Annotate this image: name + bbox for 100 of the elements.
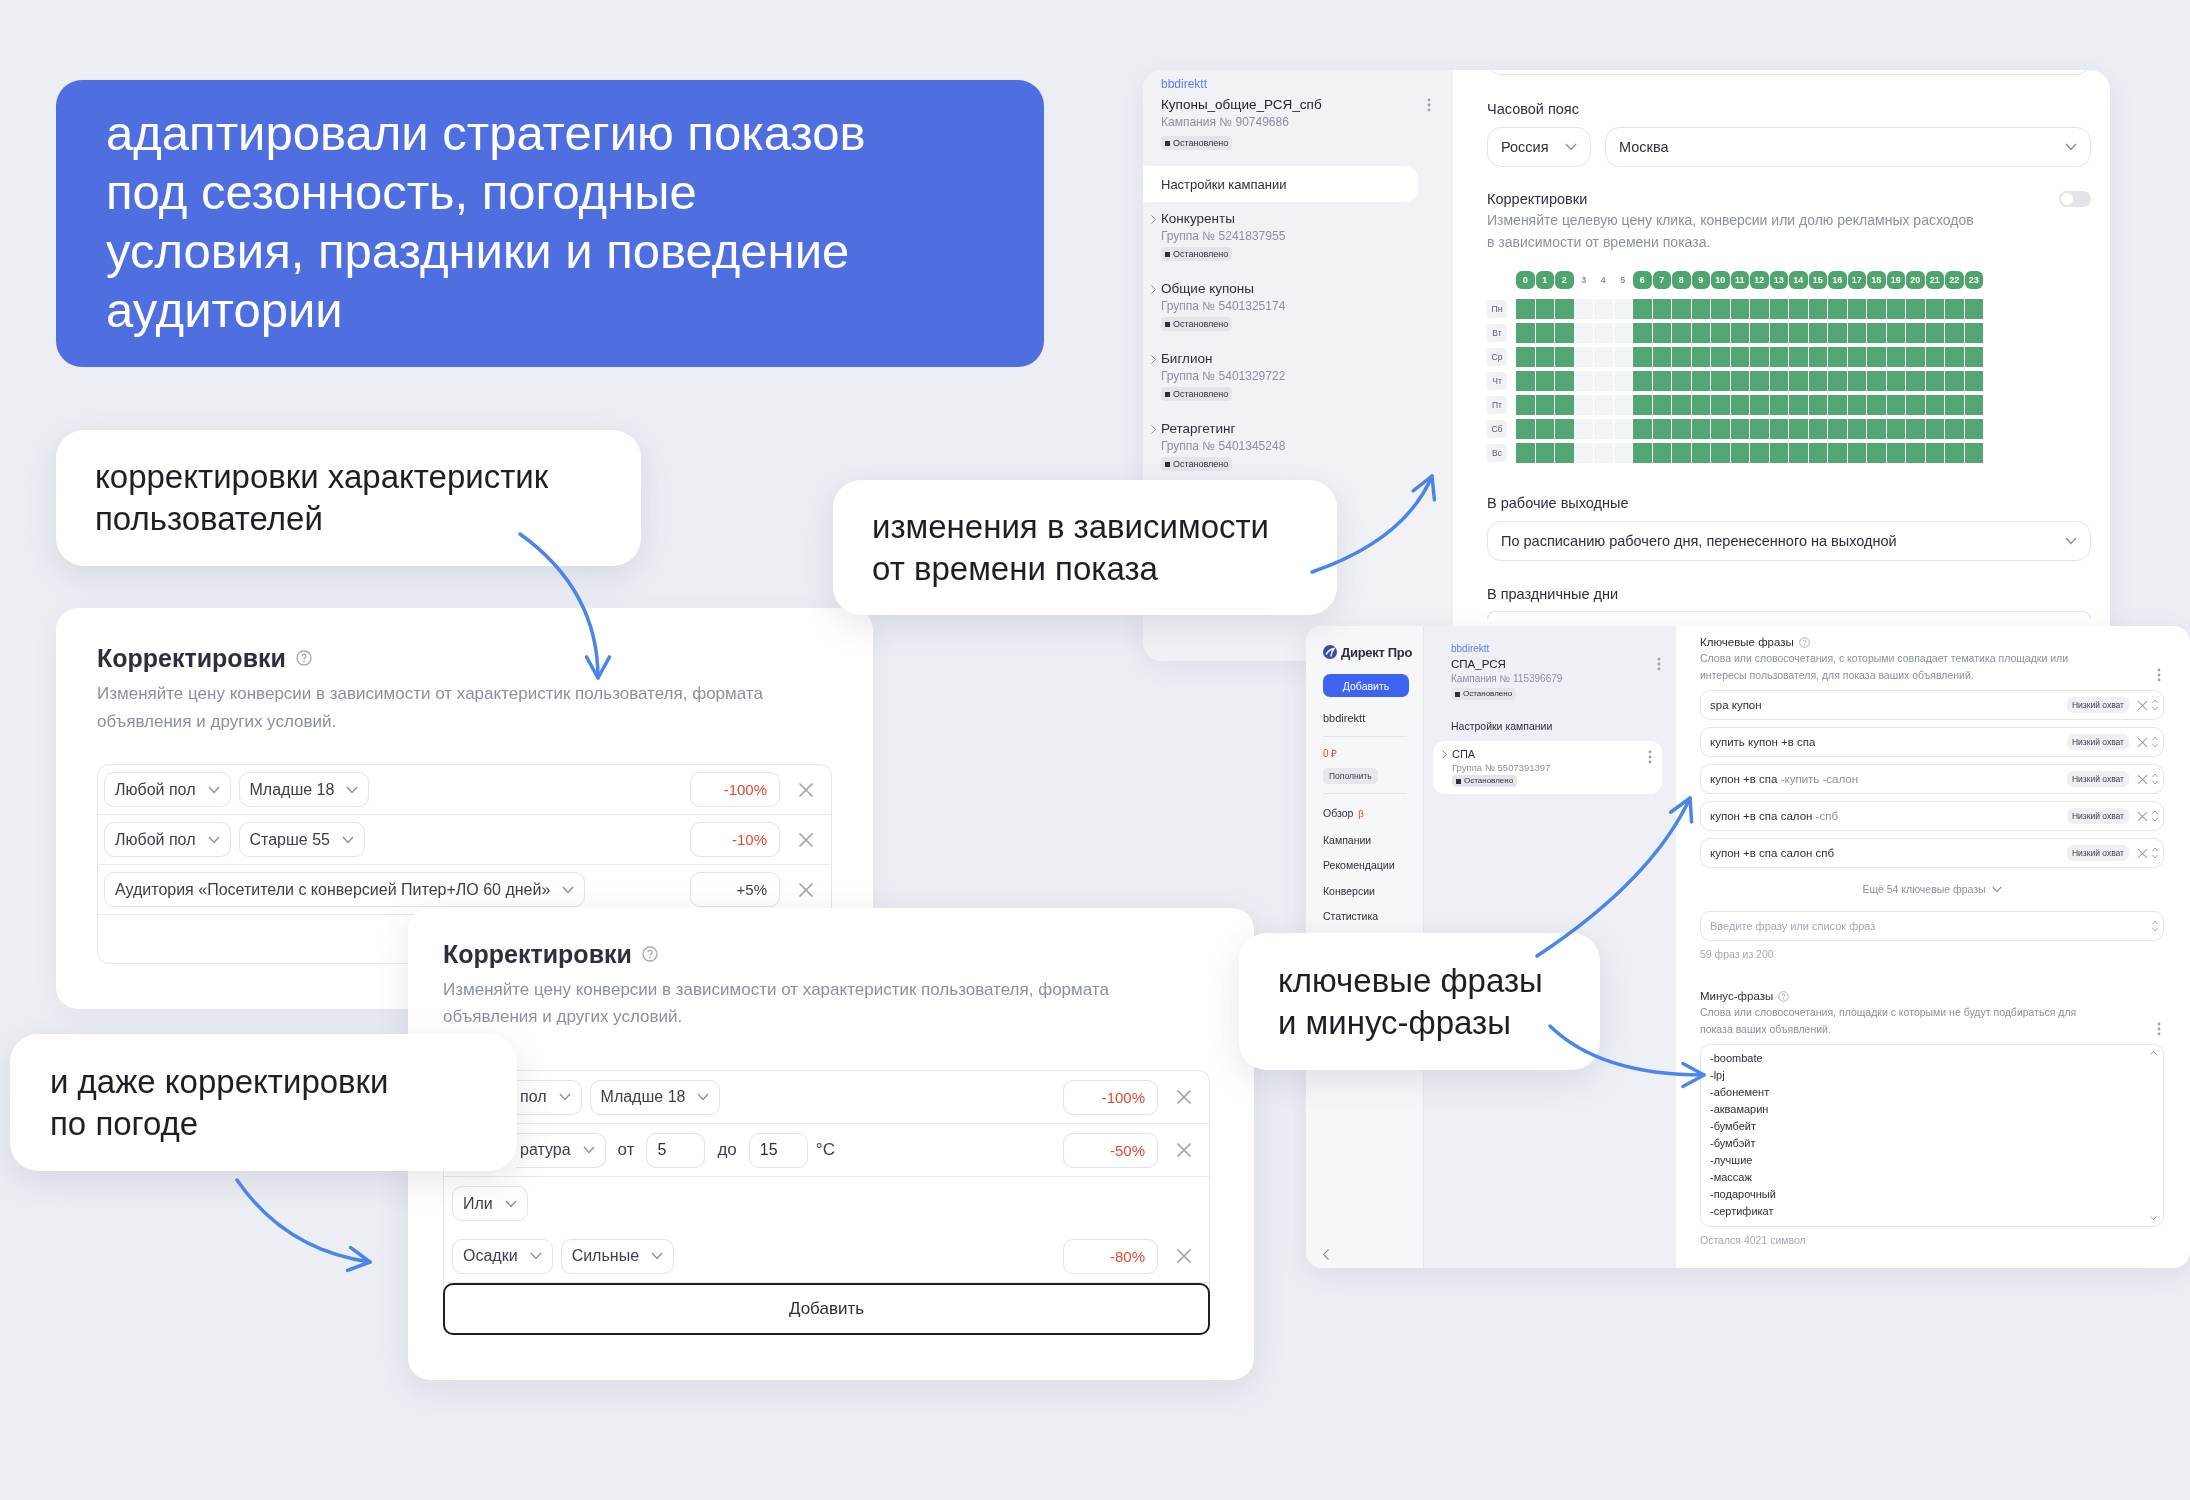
schedule-cell[interactable] [1652,371,1671,391]
schedule-cell[interactable] [1964,323,1983,343]
schedule-cell[interactable] [1945,299,1964,319]
schedule-cell[interactable] [1711,299,1730,319]
schedule-cell[interactable] [1886,347,1905,367]
schedule-cell[interactable] [1945,395,1964,415]
schedule-cell[interactable] [1867,299,1886,319]
schedule-cell[interactable] [1574,299,1593,319]
nav-item[interactable]: Кампании [1323,830,1372,849]
more-icon[interactable] [1427,98,1431,112]
schedule-cell[interactable] [1535,395,1554,415]
schedule-cell[interactable] [1789,395,1808,415]
close-icon[interactable] [2137,847,2148,859]
dropdown[interactable]: Любой пол [104,822,231,857]
close-icon[interactable] [2137,736,2148,748]
schedule-cell[interactable] [1691,419,1710,439]
schedule-cell[interactable] [1789,419,1808,439]
schedule-cell[interactable] [1867,443,1886,463]
schedule-cell[interactable] [1906,323,1925,343]
schedule-cell[interactable] [1808,419,1827,439]
schedule-cell[interactable] [1672,299,1691,319]
schedule-cell[interactable] [1828,443,1847,463]
group-item[interactable]: Ретаргетинг Группа № 5401345248 Остановлено [1143,412,1418,482]
schedule-cell[interactable] [1652,323,1671,343]
schedule-cell[interactable] [1691,299,1710,319]
close-icon[interactable] [2137,773,2148,785]
schedule-cell[interactable] [1750,371,1769,391]
schedule-cell[interactable] [1867,347,1886,367]
close-icon[interactable] [798,881,814,898]
select-field[interactable]: Москва [1605,127,2091,167]
group-item[interactable]: Конкуренты Группа № 5241837955 Остановлено [1143,202,1418,272]
day-label[interactable]: Пн [1487,300,1507,318]
nav-item[interactable]: Рекомендации [1323,856,1395,874]
stepper-icon[interactable] [2152,699,2158,711]
schedule-cell[interactable] [1535,347,1554,367]
schedule-cell[interactable] [1730,443,1749,463]
schedule-cell[interactable] [1750,395,1769,415]
schedule-cell[interactable] [1925,443,1944,463]
chevron-left-icon[interactable] [1323,1249,1329,1260]
schedule-cell[interactable] [1808,347,1827,367]
schedule-cell[interactable] [1906,419,1925,439]
schedule-cell[interactable] [1633,347,1652,367]
account-link[interactable]: bbdirektt [1161,76,1208,92]
schedule-cell[interactable] [1769,443,1788,463]
show-more-link[interactable]: Ещё 54 ключевые фразы [1862,880,2002,898]
schedule-cell[interactable] [1730,371,1749,391]
schedule-cell[interactable] [1516,443,1535,463]
schedule-cell[interactable] [1555,371,1574,391]
schedule-cell[interactable] [1925,419,1944,439]
dropdown[interactable]: Младше 18 [238,772,370,807]
schedule-cell[interactable] [1711,395,1730,415]
schedule-cell[interactable] [1886,443,1905,463]
schedule-cell[interactable] [1516,347,1535,367]
schedule-cell[interactable] [1613,347,1632,367]
day-label[interactable]: Вс [1487,444,1507,462]
schedule-cell[interactable] [1633,323,1652,343]
add-button[interactable]: Добавить [1323,674,1409,697]
schedule-cell[interactable] [1535,419,1554,439]
schedule-cell[interactable] [1516,371,1535,391]
schedule-cell[interactable] [1555,299,1574,319]
schedule-cell[interactable] [1964,347,1983,367]
schedule-cell[interactable] [1867,323,1886,343]
dropdown[interactable]: Или [452,1186,528,1221]
schedule-cell[interactable] [1613,299,1632,319]
dropdown[interactable]: Сильные [560,1238,675,1274]
schedule-cell[interactable] [1964,395,1983,415]
group-item[interactable]: Биглион Группа № 5401329722 Остановлено [1143,342,1418,412]
schedule-cell[interactable] [1555,395,1574,415]
schedule-cell[interactable] [1925,371,1944,391]
schedule-cell[interactable] [1750,347,1769,367]
close-icon[interactable] [2137,699,2148,711]
schedule-cell[interactable] [1847,443,1866,463]
schedule-cell[interactable] [1808,299,1827,319]
schedule-cell[interactable] [1906,347,1925,367]
schedule-cell[interactable] [1886,395,1905,415]
dropdown[interactable]: Младше 18 [589,1079,721,1115]
schedule-cell[interactable] [1964,443,1983,463]
keyword-field[interactable]: купон +в спа салон спб Низкий охват [1700,838,2164,868]
schedule-cell[interactable] [1613,323,1632,343]
schedule-cell[interactable] [1633,299,1652,319]
schedule-cell[interactable] [1906,371,1925,391]
schedule-cell[interactable] [1652,395,1671,415]
schedule-cell[interactable] [1828,323,1847,343]
schedule-cell[interactable] [1574,395,1593,415]
schedule-cell[interactable] [1691,371,1710,391]
schedule-cell[interactable] [1828,419,1847,439]
schedule-cell[interactable] [1574,419,1593,439]
schedule-cell[interactable] [1769,371,1788,391]
stepper-icon[interactable] [2152,847,2158,859]
schedule-cell[interactable] [1945,371,1964,391]
schedule-cell[interactable] [1964,371,1983,391]
schedule-cell[interactable] [1555,443,1574,463]
schedule-cell[interactable] [1574,347,1593,367]
schedule-cell[interactable] [1633,395,1652,415]
schedule-cell[interactable] [1672,347,1691,367]
more-icon[interactable] [1657,657,1661,671]
close-icon[interactable] [798,831,814,848]
keyword-field[interactable]: купить купон +в спа Низкий охват [1700,727,2164,757]
schedule-cell[interactable] [1964,419,1983,439]
schedule-cell[interactable] [1847,419,1866,439]
